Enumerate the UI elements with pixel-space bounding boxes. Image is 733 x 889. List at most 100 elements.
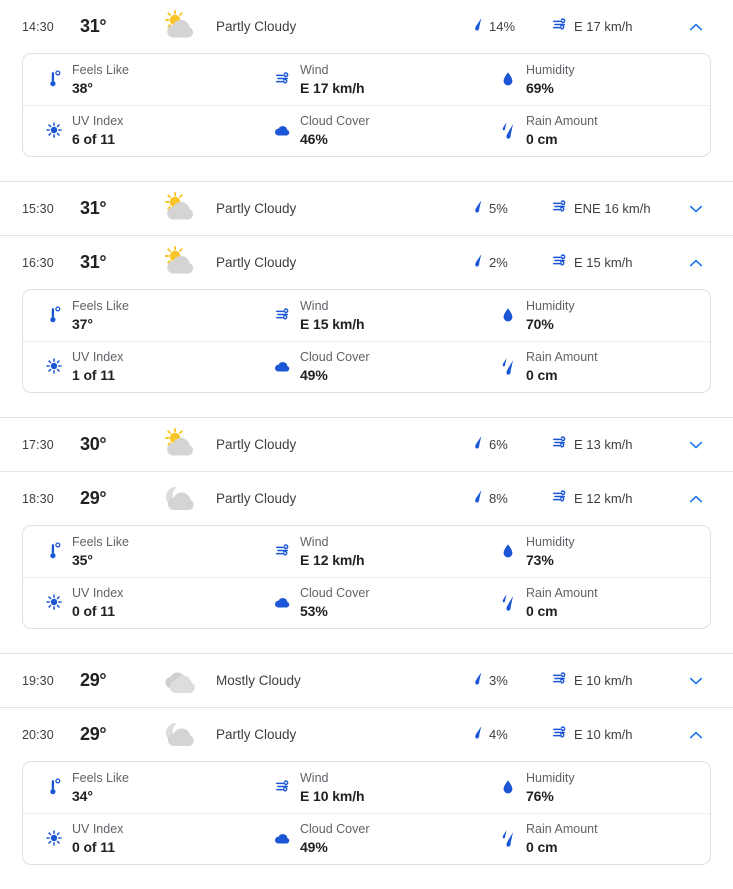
cloud-icon: [273, 350, 291, 380]
metric-label: Cloud Cover: [300, 114, 370, 128]
metric-value: E 15 km/h: [300, 315, 365, 332]
raindrop-icon: [473, 17, 484, 37]
metric-wind: Wind E 10 km/h: [251, 771, 477, 805]
hour-time: 20:30: [22, 727, 54, 742]
water-drop-icon: [499, 63, 517, 93]
metric-wind: Wind E 12 km/h: [251, 535, 477, 569]
hour-condition-label: Partly Cloudy: [216, 201, 297, 216]
metric-label: Rain Amount: [526, 350, 598, 364]
metric-value: 6 of 11: [72, 131, 115, 147]
hour-temperature: 31°: [80, 252, 107, 272]
cloud-icon: [273, 822, 291, 852]
hour-block: 19:30 29° Mostly Cloudy 3% E 10 km/h: [0, 653, 733, 707]
chevron-up-icon[interactable]: [679, 490, 713, 508]
metric-label: Wind: [300, 62, 329, 77]
chevron-down-icon[interactable]: [679, 200, 713, 218]
hour-detail-wrapper: Feels Like 38° Wind E 17 km/h Humidity 69% …: [0, 53, 733, 181]
precipitation-chance: 5%: [473, 199, 551, 219]
wind-icon: [551, 670, 568, 692]
metric-humidity: Humidity 70%: [477, 299, 710, 333]
metric-label: UV Index: [72, 350, 124, 364]
hour-summary-row[interactable]: 15:30 31° Partly Cloudy 5% ENE 16 km/h: [0, 182, 733, 235]
hour-detail-card: Feels Like 37° Wind E 15 km/h Humidity 70% …: [22, 289, 711, 393]
metric-label: UV Index: [72, 586, 124, 600]
metric-value: 76%: [526, 787, 554, 804]
chevron-up-icon[interactable]: [679, 254, 713, 272]
metric-humidity: Humidity 69%: [477, 63, 710, 97]
wind-icon: [551, 16, 568, 38]
raindrop-icon: [473, 671, 484, 691]
hour-summary-row[interactable]: 20:30 29° Partly Cloudy 4% E 10 km/h: [0, 708, 733, 761]
hour-condition-label: Mostly Cloudy: [216, 673, 301, 688]
hour-temperature: 29°: [80, 488, 107, 508]
wind-icon: [551, 252, 568, 274]
wind-icon: [551, 724, 568, 746]
metric-value: E 17 km/h: [300, 79, 365, 96]
precipitation-value: 2%: [489, 255, 508, 270]
metric-label: Feels Like: [72, 534, 129, 549]
precipitation-chance: 3%: [473, 671, 551, 691]
metric-label: Cloud Cover: [300, 350, 370, 364]
metric-cloud-cover: Cloud Cover 46%: [251, 114, 477, 148]
raindrops-icon: [499, 350, 517, 380]
metric-value: 0 of 11: [72, 603, 115, 619]
metric-label: Humidity: [526, 770, 575, 785]
metric-rain-amount: Rain Amount 0 cm: [477, 114, 710, 148]
metric-value: 34°: [72, 787, 93, 804]
metric-value: 0 of 11: [72, 839, 115, 855]
hour-summary-row[interactable]: 17:30 30° Partly Cloudy 6% E 13 km/h: [0, 418, 733, 471]
wind-summary: E 13 km/h: [551, 434, 679, 456]
precipitation-value: 3%: [489, 673, 508, 688]
precipitation-value: 4%: [489, 727, 508, 742]
precipitation-chance: 14%: [473, 17, 551, 37]
hour-condition-label: Partly Cloudy: [216, 437, 297, 452]
chevron-down-icon[interactable]: [679, 672, 713, 690]
wind-summary: E 15 km/h: [551, 252, 679, 274]
wind-summary-value: E 15 km/h: [574, 255, 633, 270]
metric-rain-amount: Rain Amount 0 cm: [477, 822, 710, 856]
chevron-up-icon[interactable]: [679, 18, 713, 36]
precipitation-chance: 6%: [473, 435, 551, 455]
cloud-icon: [273, 114, 291, 144]
metric-value: E 10 km/h: [300, 787, 365, 804]
hour-time: 18:30: [22, 491, 54, 506]
chevron-up-icon[interactable]: [679, 726, 713, 744]
hour-summary-row[interactable]: 19:30 29° Mostly Cloudy 3% E 10 km/h: [0, 654, 733, 707]
wind-summary-value: E 17 km/h: [574, 19, 633, 34]
hour-detail-wrapper: Feels Like 37° Wind E 15 km/h Humidity 70% …: [0, 289, 733, 417]
raindrop-icon: [473, 253, 484, 273]
metric-feels-like: Feels Like 35°: [23, 535, 251, 569]
hour-block: 14:30 31° Partly Cloudy 14% E 17 km/h Fe…: [0, 0, 733, 181]
hour-summary-row[interactable]: 16:30 31° Partly Cloudy 2% E 15 km/h: [0, 236, 733, 289]
hour-temperature: 31°: [80, 198, 107, 218]
metric-label: UV Index: [72, 114, 124, 128]
metric-cloud-cover: Cloud Cover 53%: [251, 586, 477, 620]
partly-cloudy-day-icon: [156, 9, 202, 44]
hour-summary-row[interactable]: 14:30 31° Partly Cloudy 14% E 17 km/h: [0, 0, 733, 53]
metric-uv-index: UV Index 6 of 11: [23, 114, 251, 148]
hour-time: 14:30: [22, 19, 54, 34]
sun-uv-icon: [45, 114, 63, 144]
hour-condition-label: Partly Cloudy: [216, 727, 297, 742]
metric-uv-index: UV Index 1 of 11: [23, 350, 251, 384]
hour-time: 19:30: [22, 673, 54, 688]
metric-value: 0 cm: [526, 839, 558, 855]
raindrop-icon: [473, 435, 484, 455]
detail-metric-row: Feels Like 35° Wind E 12 km/h Humidity 73%: [23, 526, 710, 577]
metric-value: 38°: [72, 79, 93, 96]
metric-value: 1 of 11: [72, 367, 115, 383]
wind-icon: [273, 299, 291, 329]
hour-detail-card: Feels Like 38° Wind E 17 km/h Humidity 69% …: [22, 53, 711, 157]
thermometer-icon: [45, 771, 63, 801]
wind-icon: [273, 63, 291, 93]
hour-summary-row[interactable]: 18:30 29° Partly Cloudy 8% E 12 km/h: [0, 472, 733, 525]
hour-condition-label: Partly Cloudy: [216, 491, 297, 506]
metric-uv-index: UV Index 0 of 11: [23, 822, 251, 856]
metric-wind: Wind E 15 km/h: [251, 299, 477, 333]
wind-summary-value: ENE 16 km/h: [574, 201, 651, 216]
wind-summary-value: E 10 km/h: [574, 673, 633, 688]
metric-value: 0 cm: [526, 603, 558, 619]
metric-label: Feels Like: [72, 770, 129, 785]
metric-humidity: Humidity 73%: [477, 535, 710, 569]
chevron-down-icon[interactable]: [679, 436, 713, 454]
